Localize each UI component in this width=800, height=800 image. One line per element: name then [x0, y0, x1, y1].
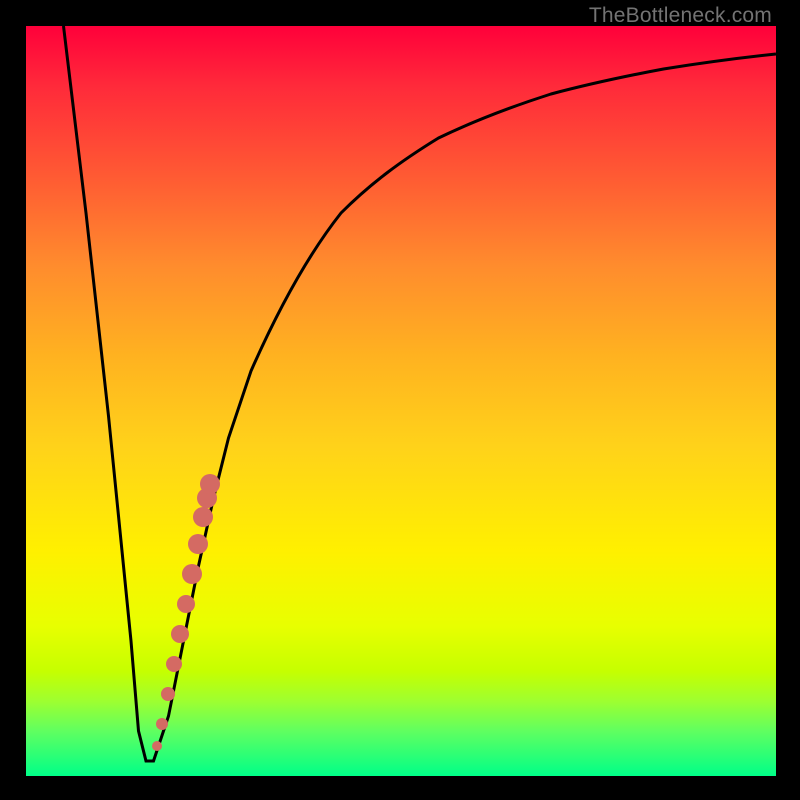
marker-group [152, 474, 220, 751]
marker-dot [152, 741, 162, 751]
marker-dot [193, 507, 213, 527]
marker-dot [182, 564, 202, 584]
marker-dot [161, 687, 175, 701]
watermark-text: TheBottleneck.com [589, 4, 772, 28]
marker-dot [166, 656, 182, 672]
chart-frame: TheBottleneck.com [0, 0, 800, 800]
marker-dot [156, 718, 168, 730]
chart-svg [26, 26, 776, 776]
bottleneck-curve [64, 26, 777, 761]
marker-dot [171, 625, 189, 643]
marker-dot [188, 534, 208, 554]
plot-area [26, 26, 776, 776]
marker-dot [200, 474, 220, 494]
marker-dot [177, 595, 195, 613]
